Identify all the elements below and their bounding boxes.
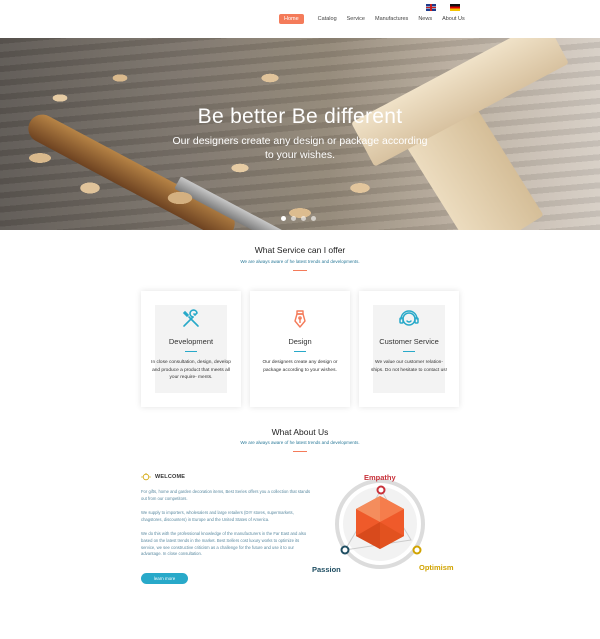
nav-item-about-us[interactable]: About Us <box>442 16 465 22</box>
service-card-divider <box>403 351 415 352</box>
welcome-icon <box>141 473 151 481</box>
service-card-divider <box>294 351 306 352</box>
value-empathy-label: Empathy <box>364 473 396 482</box>
learn-more-button[interactable]: learn more <box>141 573 188 584</box>
slider-dots <box>281 216 316 221</box>
services-subtitle: We are always aware of he latest trends … <box>240 259 360 264</box>
nav-item-manufactures[interactable]: Manufactures <box>375 16 408 22</box>
welcome-label: WELCOME <box>155 474 186 480</box>
service-card-title: Customer Service <box>379 337 439 346</box>
nav-item-home[interactable]: Home <box>279 14 304 24</box>
slider-dot[interactable] <box>301 216 306 221</box>
hero-subtitle: Our designers create any design or packa… <box>0 134 600 162</box>
service-card-design: Design Our designers create any design o… <box>250 291 350 407</box>
hero-slider: Be better Be different Our designers cre… <box>0 38 600 230</box>
value-optimism-label: Optimism <box>419 563 454 572</box>
hero-subtitle-line: Our designers create any design or packa… <box>172 135 428 147</box>
nav-item-catalog[interactable]: Catalog <box>318 16 337 22</box>
value-passion-label: Passion <box>312 565 341 574</box>
service-card-title: Design <box>288 337 312 346</box>
header: Home Catalog Service Manufactures News A… <box>0 0 600 38</box>
pen-nib-icon <box>294 310 306 328</box>
service-card-divider <box>185 351 197 352</box>
tools-icon <box>182 309 199 327</box>
about-title: What About Us <box>271 427 329 437</box>
nav-item-service[interactable]: Service <box>347 16 365 22</box>
service-card-title: Development <box>168 337 214 346</box>
hero-subtitle-line: to your wishes. <box>264 149 336 161</box>
main-nav: Home Catalog Service Manufactures News A… <box>279 14 475 24</box>
about-paragraph: We supply to importers, wholesalers and … <box>141 510 294 522</box>
about-paragraph: We do this with the professional knowled… <box>141 531 307 557</box>
de-flag-icon[interactable] <box>450 4 460 11</box>
headset-icon <box>399 310 419 326</box>
services-title: What Service can I offer <box>254 245 346 255</box>
language-switcher <box>426 4 460 11</box>
about-subtitle: We are always aware of he latest trends … <box>240 440 360 445</box>
service-card-inner: Customer Service We value our customer r… <box>371 305 447 393</box>
uk-flag-icon[interactable] <box>426 4 436 11</box>
slider-dot[interactable] <box>291 216 296 221</box>
nav-item-news[interactable]: News <box>418 16 432 22</box>
about-paragraph: For gifts, home and garden decoration it… <box>141 489 311 501</box>
services-divider <box>293 270 307 271</box>
service-card-text: Our designers create any design or packa… <box>262 360 338 373</box>
service-card-text: In close consultation, design, develop a… <box>151 360 231 380</box>
service-card-text: We value our customer relation- ships. D… <box>371 360 447 373</box>
about-divider <box>293 451 307 452</box>
slider-dot[interactable] <box>281 216 286 221</box>
service-card-inner: Design Our designers create any design o… <box>263 305 337 393</box>
service-card-customer-service: Customer Service We value our customer r… <box>359 291 459 407</box>
service-card-inner: Development In close consultation, desig… <box>151 305 231 393</box>
hero-title: Be better Be different <box>197 105 403 128</box>
service-card-development: Development In close consultation, desig… <box>141 291 241 407</box>
welcome-heading: WELCOME <box>141 473 185 481</box>
slider-dot[interactable] <box>311 216 316 221</box>
